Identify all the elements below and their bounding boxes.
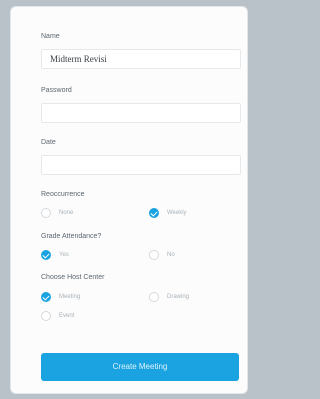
host-center-option-drawing[interactable]: Drawing (149, 292, 189, 302)
recurrence-label: Reoccurrence (41, 191, 85, 198)
radio-unchecked-icon[interactable] (41, 311, 51, 321)
option-label: Yes (59, 252, 69, 258)
date-label: Date (41, 139, 56, 146)
create-meeting-button[interactable]: Create Meeting (41, 353, 239, 381)
grade-attendance-option-yes[interactable]: Yes (41, 250, 69, 260)
radio-unchecked-icon[interactable] (41, 208, 51, 218)
option-label: Drawing (167, 294, 190, 300)
host-center-label: Choose Host Center (41, 274, 105, 281)
option-label: Event (59, 313, 75, 319)
option-label: None (59, 210, 74, 216)
radio-unchecked-icon[interactable] (149, 250, 159, 260)
password-input[interactable] (41, 103, 241, 123)
radio-checked-icon[interactable] (41, 292, 51, 302)
radio-unchecked-icon[interactable] (149, 292, 159, 302)
radio-checked-icon[interactable] (41, 250, 51, 260)
host-center-option-meeting[interactable]: Meeting (41, 292, 80, 302)
host-center-option-event[interactable]: Event (41, 311, 74, 321)
name-label: Name (41, 33, 60, 40)
radio-checked-icon[interactable] (149, 208, 159, 218)
recurrence-option-weekly[interactable]: Weekly (149, 208, 187, 218)
recurrence-option-none[interactable]: None (41, 208, 73, 218)
password-label: Password (41, 87, 72, 94)
option-label: Meeting (59, 294, 81, 300)
grade-attendance-label: Grade Attendance? (41, 233, 102, 240)
name-input[interactable] (41, 49, 241, 69)
option-label: No (167, 252, 175, 258)
option-label: Weekly (167, 210, 187, 216)
grade-attendance-option-no[interactable]: No (149, 250, 175, 260)
date-input[interactable] (41, 155, 241, 175)
create-meeting-form: Name Password Date Reoccurrence None Wee… (10, 6, 248, 394)
